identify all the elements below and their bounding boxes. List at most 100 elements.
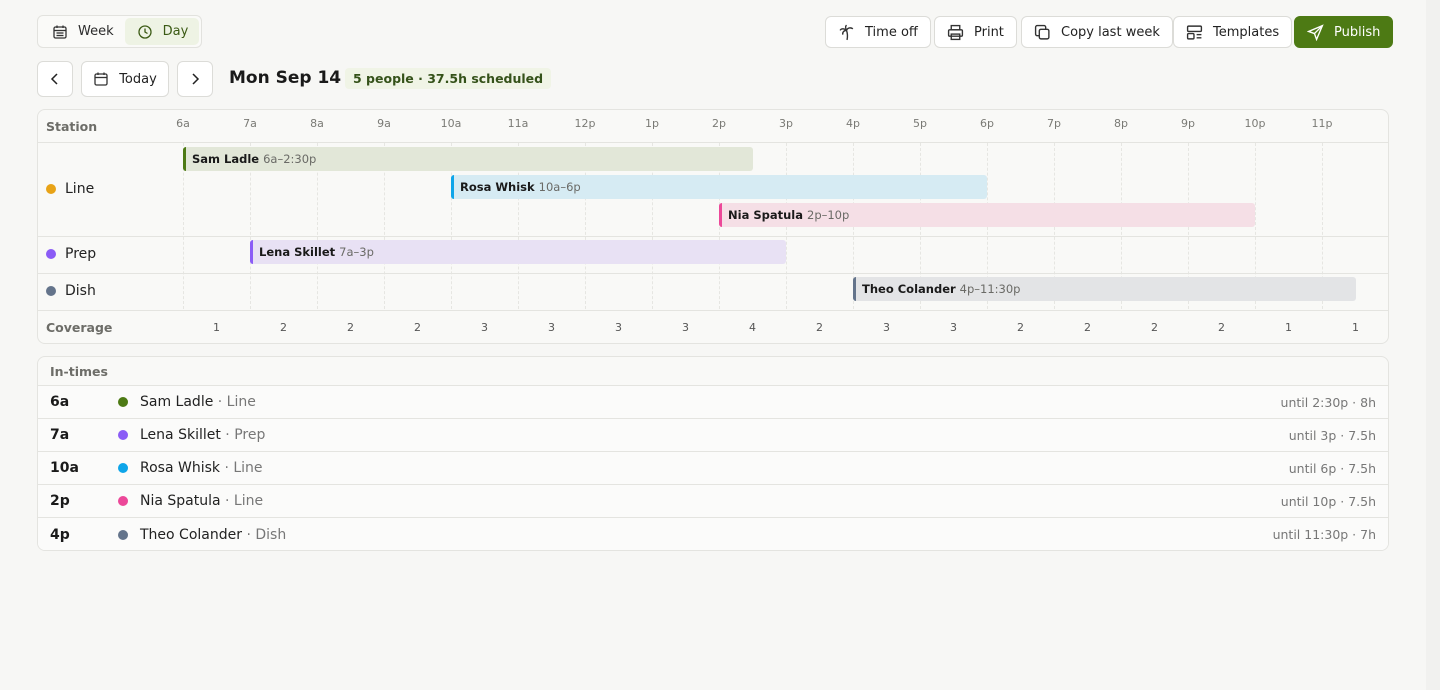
- coverage-count: 1: [213, 321, 220, 334]
- coverage-count: 2: [414, 321, 421, 334]
- hour-label: 7p: [1047, 117, 1061, 130]
- publish-label: Publish: [1334, 24, 1381, 40]
- schedule-grid: Station Coverage 6a 7a 8a 9a 10a 11a 12p 1p 2p 3p…: [37, 109, 1389, 344]
- in-time-person: Theo Colander · Dish: [140, 527, 286, 543]
- current-date: Mon Sep 14: [229, 68, 342, 88]
- coverage-count: 3: [950, 321, 957, 334]
- shift-bar[interactable]: Sam Ladle 6a–2:30p: [183, 147, 753, 171]
- chevron-right-icon: [192, 73, 200, 85]
- time-off-button[interactable]: Time off: [825, 16, 931, 48]
- coverage-count: 3: [481, 321, 488, 334]
- today-button[interactable]: Today: [81, 61, 169, 97]
- hour-label: 10p: [1244, 117, 1266, 130]
- coverage-count: 2: [816, 321, 823, 334]
- coverage-count: 2: [1151, 321, 1158, 334]
- row-separator: [38, 273, 1388, 274]
- print-button[interactable]: Print: [934, 16, 1017, 48]
- shift-time-range: 4p–11:30p: [959, 282, 1021, 296]
- shift-time-range: 7a–3p: [339, 245, 374, 259]
- shift-employee-name: Nia Spatula: [728, 208, 803, 222]
- shift-bar[interactable]: Theo Colander 4p–11:30p: [853, 277, 1356, 301]
- hour-label: 6a: [176, 117, 190, 130]
- time-off-label: Time off: [865, 24, 918, 40]
- person-color-dot: [118, 496, 128, 506]
- hour-label: 5p: [913, 117, 927, 130]
- station-name: Prep: [65, 245, 97, 262]
- person-name: Sam Ladle: [140, 394, 214, 410]
- hour-label: 6p: [980, 117, 994, 130]
- shift-bar[interactable]: Rosa Whisk 10a–6p: [451, 175, 987, 199]
- week-view-button[interactable]: Week: [40, 18, 125, 45]
- in-time-person: Lena Skillet · Prep: [140, 427, 265, 443]
- in-time: 6a: [50, 394, 70, 410]
- person-name: Lena Skillet: [140, 427, 221, 443]
- schedule-summary-badge: 5 people · 37.5h scheduled: [345, 68, 552, 89]
- in-time-row[interactable]: 6a Sam Ladle · Line until 2:30p · 8h: [38, 386, 1388, 419]
- coverage-count: 1: [1352, 321, 1359, 334]
- in-time-row[interactable]: 10a Rosa Whisk · Line until 6p · 7.5h: [38, 452, 1388, 485]
- person-station: · Line: [225, 493, 264, 509]
- in-time: 10a: [50, 460, 79, 476]
- calendar-week-icon: [53, 25, 67, 39]
- publish-button[interactable]: Publish: [1294, 16, 1394, 48]
- in-time: 2p: [50, 493, 70, 509]
- shift-employee-name: Rosa Whisk: [460, 180, 535, 194]
- print-label: Print: [974, 24, 1004, 40]
- copy-last-week-label: Copy last week: [1061, 24, 1160, 40]
- hour-label: 11a: [507, 117, 529, 130]
- templates-label: Templates: [1213, 24, 1280, 40]
- in-time-person: Sam Ladle · Line: [140, 394, 256, 410]
- shift-color-stripe: [853, 277, 856, 301]
- in-time-person: Nia Spatula · Line: [140, 493, 263, 509]
- person-color-dot: [118, 529, 128, 540]
- templates-button[interactable]: Templates: [1173, 16, 1293, 48]
- person-station: · Line: [217, 394, 256, 410]
- hour-label: 10a: [440, 117, 462, 130]
- coverage-count: 3: [615, 321, 622, 334]
- week-label: Week: [78, 24, 114, 39]
- shift-color-stripe: [451, 175, 454, 199]
- station-color-dot: [46, 248, 56, 259]
- template-icon: [1186, 24, 1203, 40]
- window-edge: [1426, 0, 1440, 690]
- next-day-button[interactable]: [177, 61, 213, 97]
- coverage-count: 3: [548, 321, 555, 334]
- day-view-button[interactable]: Day: [124, 18, 200, 45]
- hour-label: 9a: [377, 117, 391, 130]
- coverage-count: 3: [682, 321, 689, 334]
- hour-label: 2p: [712, 117, 726, 130]
- person-station: · Line: [224, 460, 263, 476]
- in-time-person: Rosa Whisk · Line: [140, 460, 263, 476]
- shift-bar[interactable]: Nia Spatula 2p–10p: [719, 203, 1255, 227]
- shift-bar[interactable]: Lena Skillet 7a–3p: [250, 240, 786, 264]
- station-label-line: Line: [46, 181, 94, 197]
- in-time-until: until 10p · 7.5h: [1280, 493, 1376, 509]
- coverage-count: 3: [883, 321, 890, 334]
- coverage-count: 2: [1218, 321, 1225, 334]
- calendar-icon: [94, 72, 108, 86]
- shift-color-stripe: [183, 147, 186, 171]
- today-label: Today: [119, 71, 157, 87]
- person-color-dot: [118, 397, 128, 407]
- station-color-dot: [46, 183, 56, 194]
- in-time-until: until 3p · 7.5h: [1288, 427, 1376, 443]
- in-time: 7a: [50, 427, 70, 443]
- in-time: 4p: [50, 526, 70, 543]
- send-icon: [1307, 23, 1324, 41]
- shift-employee-name: Theo Colander: [862, 282, 956, 296]
- copy-last-week-button[interactable]: Copy last week: [1021, 16, 1173, 48]
- shift-color-stripe: [719, 203, 722, 227]
- hour-label: 8p: [1114, 117, 1128, 130]
- in-time-row[interactable]: 4p Theo Colander · Dish until 11:30p · 7h: [38, 518, 1388, 550]
- person-station: · Dish: [246, 526, 287, 543]
- person-name: Rosa Whisk: [140, 460, 220, 476]
- person-name: Theo Colander: [140, 526, 242, 543]
- coverage-count: 2: [280, 321, 287, 334]
- shift-color-stripe: [250, 240, 253, 264]
- shift-employee-name: Sam Ladle: [192, 152, 260, 166]
- in-time-row[interactable]: 7a Lena Skillet · Prep until 3p · 7.5h: [38, 419, 1388, 452]
- station-label-dish: Dish: [46, 283, 96, 299]
- prev-day-button[interactable]: [37, 61, 73, 97]
- copy-icon: [1034, 24, 1050, 40]
- in-time-row[interactable]: 2p Nia Spatula · Line until 10p · 7.5h: [38, 485, 1388, 518]
